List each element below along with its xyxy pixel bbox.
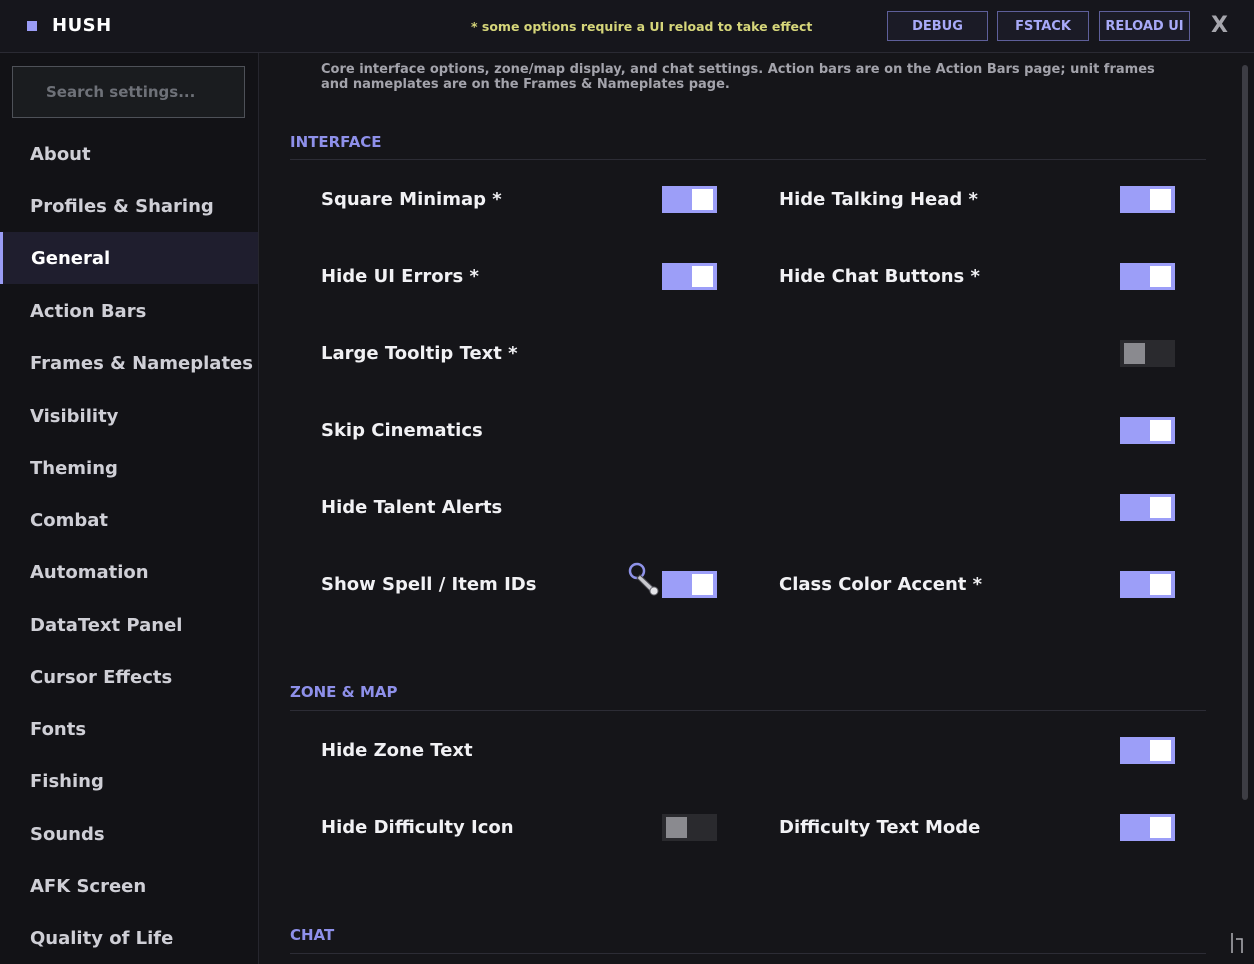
toggle-difficulty-text-mode[interactable] <box>1120 814 1175 841</box>
section-divider <box>290 159 1206 160</box>
toggle-show-spell-item-ids[interactable] <box>662 571 717 598</box>
sidebar-item-automation[interactable]: Automation <box>0 546 258 598</box>
setting-label-hide-zone-text: Hide Zone Text <box>321 740 473 761</box>
setting-label-show-spell-item-ids: Show Spell / Item IDs <box>321 574 537 595</box>
setting-label-square-minimap: Square Minimap * <box>321 189 502 210</box>
setting-label-skip-cinematics: Skip Cinematics <box>321 420 483 441</box>
section-title-zone-map: ZONE & MAP <box>290 683 398 701</box>
sidebar-item-profiles-sharing[interactable]: Profiles & Sharing <box>0 180 258 232</box>
sidebar-item-combat[interactable]: Combat <box>0 494 258 546</box>
page-description: Core interface options, zone/map display… <box>321 62 1155 92</box>
toggle-hide-difficulty-icon[interactable] <box>662 814 717 841</box>
setting-label-hide-difficulty-icon: Hide Difficulty Icon <box>321 817 514 838</box>
section-title-chat: CHAT <box>290 926 335 944</box>
section-divider <box>290 710 1206 711</box>
toggle-hide-zone-text[interactable] <box>1120 737 1175 764</box>
setting-label-class-color-accent: Class Color Accent * <box>779 574 983 595</box>
fstack-button[interactable]: FSTACK <box>997 11 1089 41</box>
setting-label-hide-talent-alerts: Hide Talent Alerts <box>321 497 503 518</box>
sidebar-item-action-bars[interactable]: Action Bars <box>0 285 258 337</box>
sidebar-item-about[interactable]: About <box>0 128 258 180</box>
sidebar-item-theming[interactable]: Theming <box>0 442 258 494</box>
title-bar: HUSH * some options require a UI reload … <box>0 0 1254 53</box>
toggle-square-minimap[interactable] <box>662 186 717 213</box>
sidebar-item-visibility[interactable]: Visibility <box>0 390 258 442</box>
sidebar-item-sounds[interactable]: Sounds <box>0 808 258 860</box>
toggle-skip-cinematics[interactable] <box>1120 417 1175 444</box>
brand-square-icon <box>27 21 37 31</box>
sidebar-item-general[interactable]: General <box>0 232 258 284</box>
sidebar-item-afk-screen[interactable]: AFK Screen <box>0 860 258 912</box>
sidebar-item-fishing[interactable]: Fishing <box>0 755 258 807</box>
cursor-icon <box>628 562 659 596</box>
sidebar-item-datatext-panel[interactable]: DataText Panel <box>0 599 258 651</box>
toggle-large-tooltip-text[interactable] <box>1120 340 1175 367</box>
reload-ui-button[interactable]: RELOAD UI <box>1099 11 1190 41</box>
scrollbar[interactable] <box>1242 65 1248 800</box>
setting-label-hide-chat-buttons: Hide Chat Buttons * <box>779 266 980 287</box>
setting-label-hide-talking-head: Hide Talking Head * <box>779 189 978 210</box>
toggle-hide-talent-alerts[interactable] <box>1120 494 1175 521</box>
toggle-hide-talking-head[interactable] <box>1120 186 1175 213</box>
reload-notice: * some options require a UI reload to ta… <box>471 19 813 34</box>
sidebar: Search settings... About Profiles & Shar… <box>0 53 259 964</box>
setting-label-difficulty-text-mode: Difficulty Text Mode <box>779 817 981 838</box>
app-title: HUSH <box>52 15 112 36</box>
settings-panel: Core interface options, zone/map display… <box>259 53 1254 964</box>
toggle-class-color-accent[interactable] <box>1120 571 1175 598</box>
setting-label-large-tooltip-text: Large Tooltip Text * <box>321 343 518 364</box>
sidebar-item-frames-nameplates[interactable]: Frames & Nameplates <box>0 337 258 389</box>
section-title-interface: INTERFACE <box>290 133 382 151</box>
section-divider <box>290 953 1206 954</box>
search-input[interactable]: Search settings... <box>12 66 245 118</box>
toggle-hide-ui-errors[interactable] <box>662 263 717 290</box>
sidebar-item-quality-of-life[interactable]: Quality of Life <box>0 912 258 964</box>
toggle-hide-chat-buttons[interactable] <box>1120 263 1175 290</box>
setting-label-hide-ui-errors: Hide UI Errors * <box>321 266 479 287</box>
close-icon[interactable]: X <box>1211 13 1228 38</box>
sidebar-item-fonts[interactable]: Fonts <box>0 703 258 755</box>
resize-grip-icon[interactable] <box>1230 931 1246 955</box>
debug-button[interactable]: DEBUG <box>887 11 988 41</box>
sidebar-item-cursor-effects[interactable]: Cursor Effects <box>0 651 258 703</box>
